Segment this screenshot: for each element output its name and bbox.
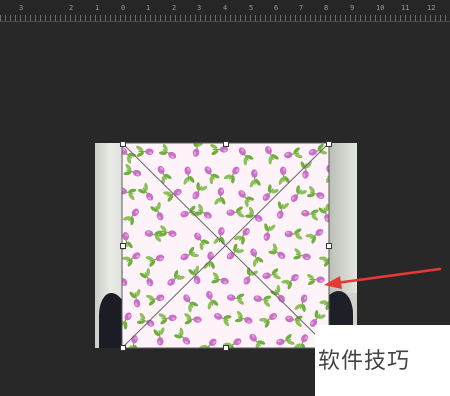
watermark-text: 软件技巧 [318,349,411,374]
